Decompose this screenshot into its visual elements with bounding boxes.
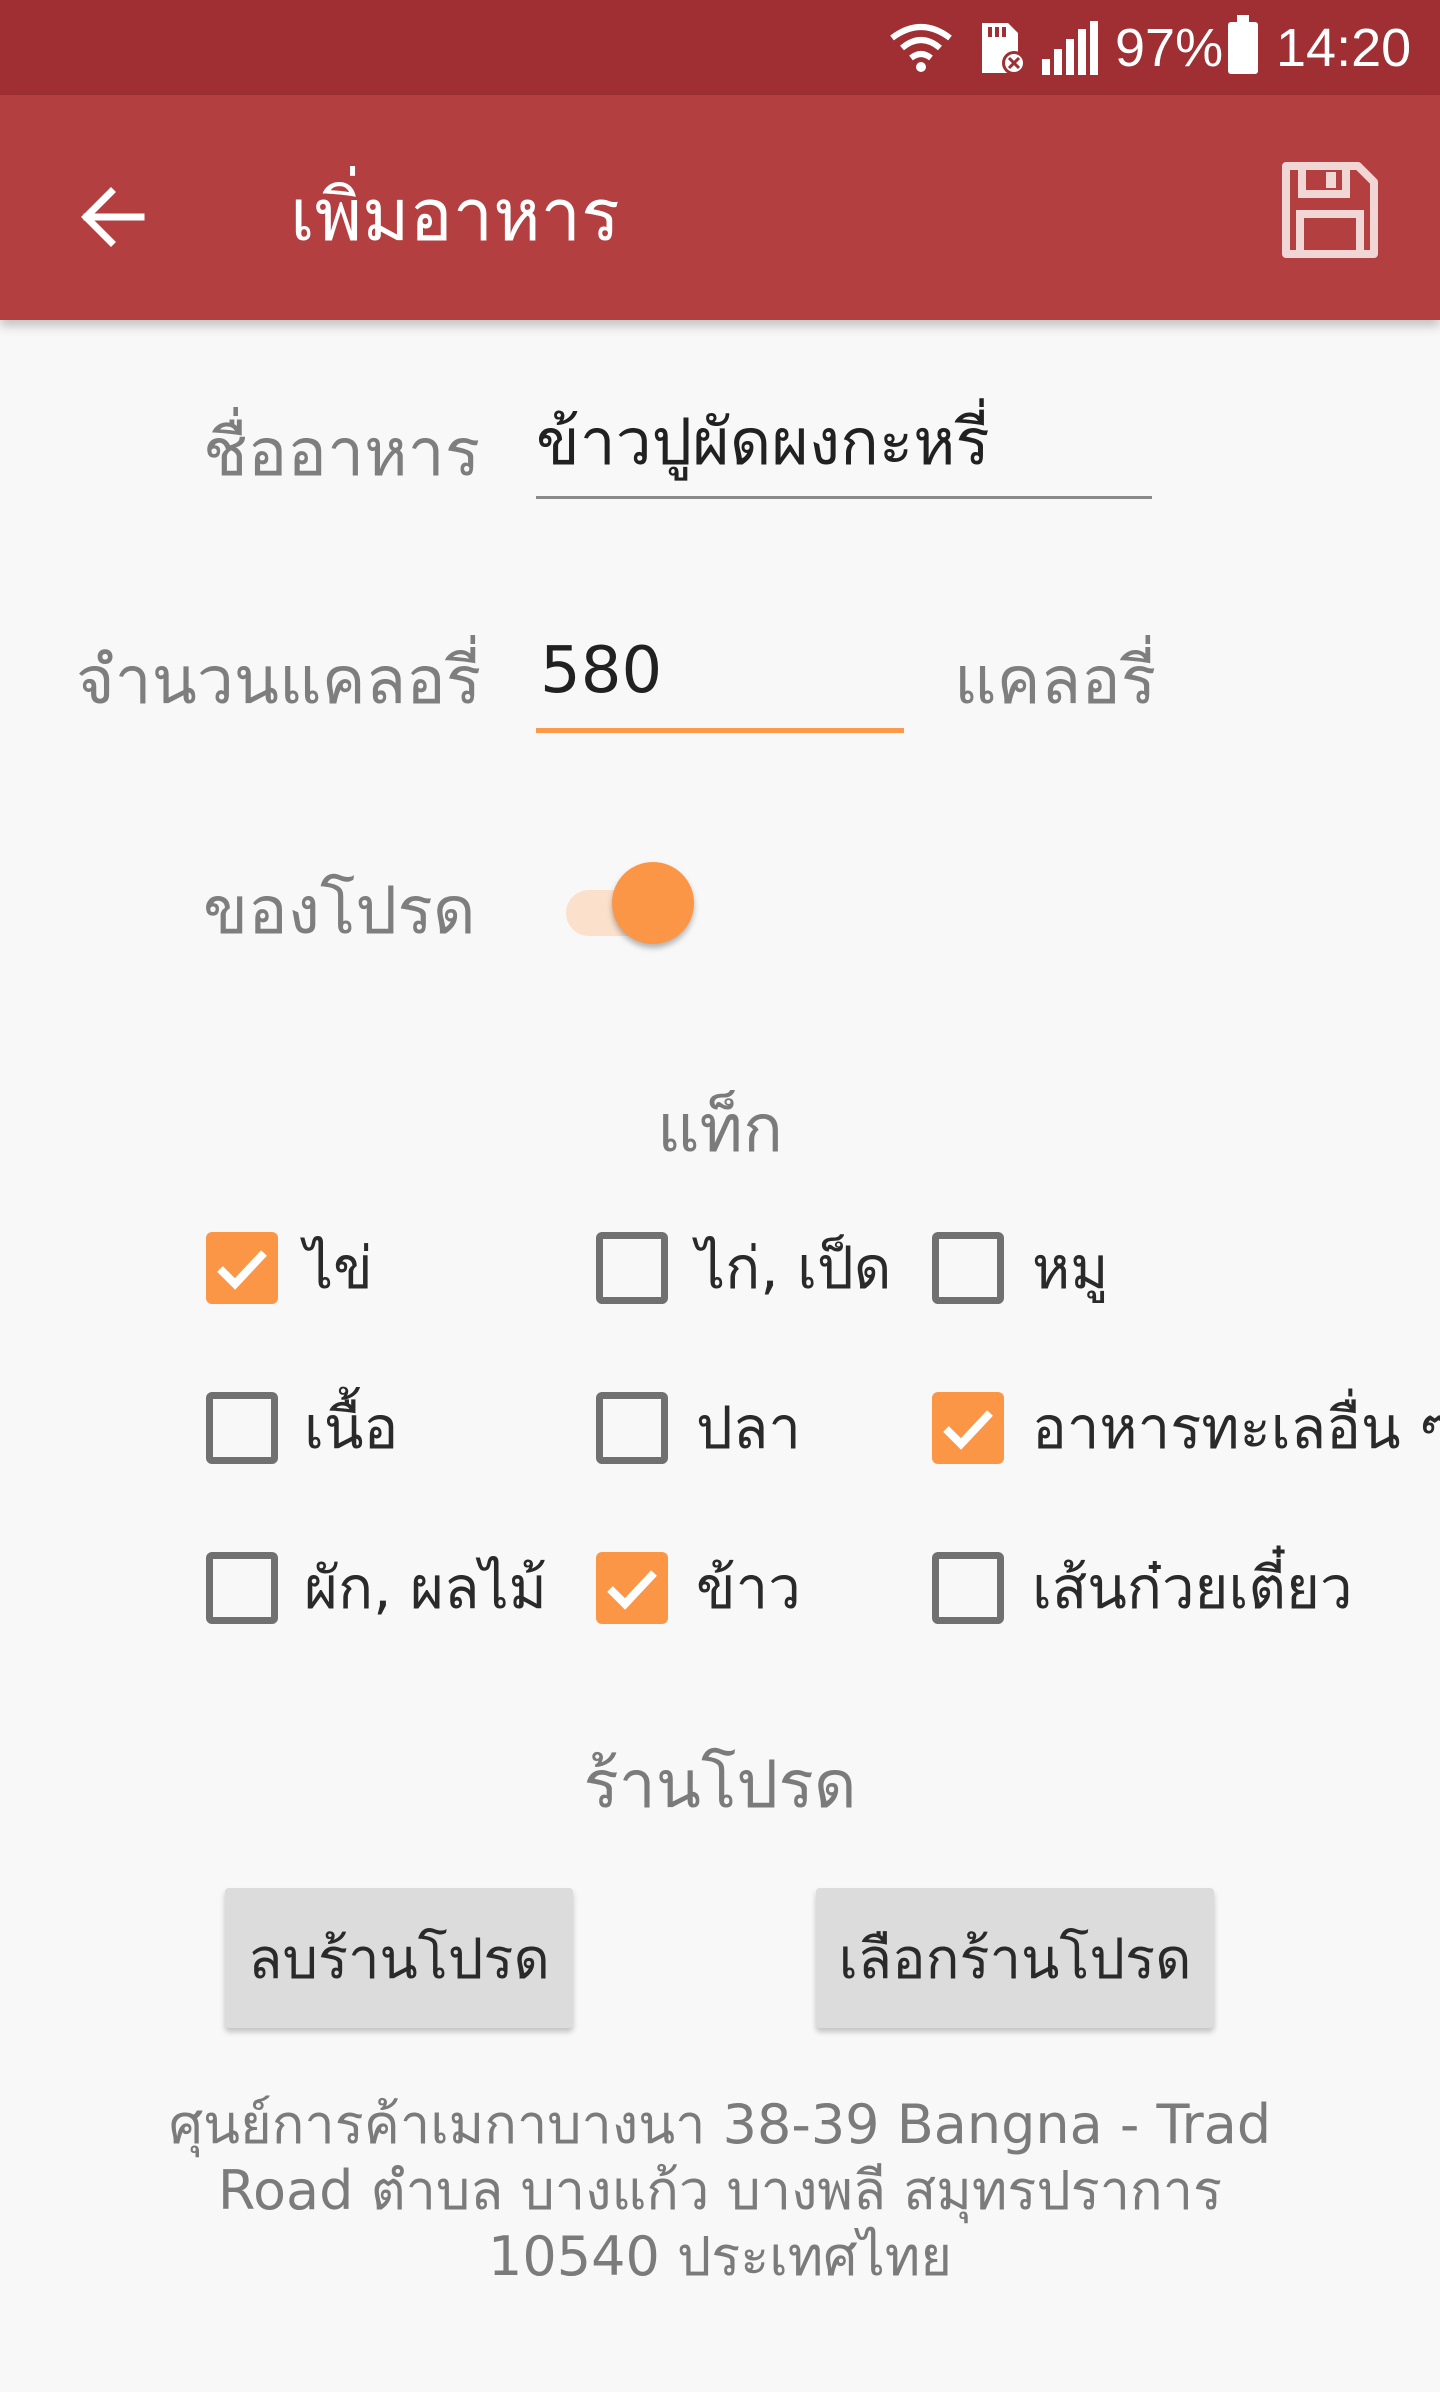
calories-label: จำนวนแคลอรี่ [76, 642, 482, 719]
tag-label-pork: หมู [1032, 1234, 1109, 1302]
checkbox-pork[interactable] [932, 1232, 1004, 1304]
favorite-label: ของโปรด [203, 872, 476, 949]
app-bar: เพิ่มอาหาร [0, 95, 1440, 320]
address-line-3: 10540 ประเทศไทย [488, 2225, 952, 2288]
battery-icon [1228, 0, 1258, 95]
check-icon [607, 1570, 657, 1610]
address-line-1: ศุนย์การค้าเมกาบางนา 38-39 Bangna - Trad [168, 2093, 1272, 2156]
checkbox-beef[interactable] [206, 1392, 278, 1464]
checkbox-chicken-duck[interactable] [596, 1232, 668, 1304]
food-name-underline [536, 496, 1152, 499]
page-title: เพิ่มอาหาร [290, 173, 620, 257]
tag-label-chicken-duck: ไก่, เป็ด [696, 1234, 892, 1302]
favorite-shop-title: ร้านโปรด [583, 1746, 857, 1823]
back-button[interactable] [60, 165, 164, 269]
checkbox-vegetable-fruit[interactable] [206, 1552, 278, 1624]
check-icon [943, 1410, 993, 1450]
checkbox-egg[interactable] [206, 1232, 278, 1304]
calories-input[interactable]: 580 [540, 626, 662, 716]
tag-label-vegetable-fruit: ผัก, ผลไม้ [304, 1554, 547, 1622]
checkbox-other-seafood[interactable] [932, 1392, 1004, 1464]
calories-underline [536, 728, 904, 733]
status-bar: 97% 14:20 [0, 0, 1440, 95]
signal-icon [1040, 0, 1100, 95]
battery-percent-text: 97% [1115, 17, 1224, 78]
clock: 14:20 [1276, 0, 1411, 95]
sd-card-error-icon [978, 0, 1028, 95]
arrow-back-icon [81, 187, 145, 247]
food-name-input[interactable]: ข้าวปูผัดผงกะหรี่ [536, 398, 990, 488]
shop-address: ศุนย์การค้าเมกาบางนา 38-39 Bangna - Trad… [160, 2092, 1280, 2290]
checkbox-fish[interactable] [596, 1392, 668, 1464]
address-line-2: Road ตำบล บางแก้ว บางพลี สมุทรปราการ [217, 2159, 1223, 2222]
check-icon [217, 1250, 267, 1290]
choose-favorite-shop-button[interactable]: เลือกร้านโปรด [816, 1888, 1214, 2028]
tag-label-fish: ปลา [696, 1394, 801, 1462]
tag-label-other-seafood: อาหารทะเลอื่น ๆ [1032, 1394, 1440, 1462]
wifi-icon [890, 0, 952, 95]
switch-thumb [612, 862, 694, 944]
tags-title: แท็ก [656, 1090, 783, 1167]
calories-unit: แคลอรี่ [954, 642, 1157, 719]
save-button[interactable] [1270, 150, 1390, 270]
clock-text: 14:20 [1276, 17, 1412, 78]
tag-label-noodles: เส้นก๋วยเตี๋ยว [1032, 1554, 1353, 1622]
favorite-switch[interactable] [560, 862, 700, 952]
tag-label-egg: ไข่ [304, 1234, 373, 1302]
battery-percent: 97% [1115, 0, 1223, 95]
remove-favorite-shop-button[interactable]: ลบร้านโปรด [225, 1888, 573, 2028]
food-name-label: ชื่ออาหาร [203, 414, 481, 491]
checkbox-noodles[interactable] [932, 1552, 1004, 1624]
checkbox-rice[interactable] [596, 1552, 668, 1624]
save-floppy-icon [1282, 162, 1378, 258]
tag-label-beef: เนื้อ [304, 1394, 399, 1462]
tag-label-rice: ข้าว [696, 1554, 801, 1622]
